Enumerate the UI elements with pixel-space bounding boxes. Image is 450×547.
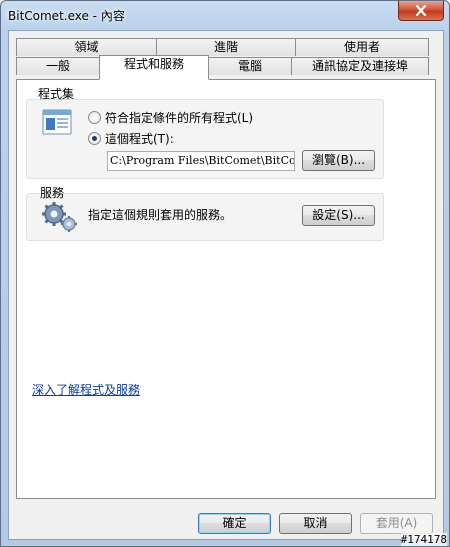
services-settings-button[interactable]: 設定(S)... — [302, 205, 375, 226]
program-path-input[interactable]: C:\Program Files\BitComet\BitComet.e — [107, 151, 295, 171]
programs-group-label: 程式集 — [38, 87, 75, 101]
this-program-label[interactable]: 這個程式(T): — [105, 130, 174, 147]
all-programs-radio[interactable] — [88, 111, 101, 124]
tab-advanced[interactable]: 進階 — [156, 38, 296, 56]
program-window-icon — [42, 109, 72, 135]
services-group-label: 服務 — [40, 186, 65, 200]
watermark-id: #174178 — [400, 533, 447, 546]
this-program-radio[interactable] — [88, 132, 101, 145]
apply-button[interactable]: 套用(A) — [360, 513, 433, 534]
tab-general[interactable]: 一般 — [16, 57, 100, 75]
tab-protocols-and-ports[interactable]: 通訊協定及連接埠 — [291, 57, 429, 75]
browse-button[interactable]: 瀏覽(B)... — [302, 150, 375, 171]
tab-programs-and-services[interactable]: 程式和服務 — [99, 55, 209, 80]
learn-more-link[interactable]: 深入了解程式及服務 — [32, 381, 140, 398]
close-icon — [415, 5, 427, 16]
properties-window: BitComet.exe - 內容 領域 進階 使用者 一般 程式和服務 電腦 … — [0, 0, 450, 547]
title-bar[interactable]: BitComet.exe - 內容 — [1, 1, 449, 31]
close-button[interactable] — [398, 1, 444, 21]
tab-users[interactable]: 使用者 — [295, 38, 429, 56]
tab-computers[interactable]: 電腦 — [208, 57, 292, 75]
all-programs-label[interactable]: 符合指定條件的所有程式(L) — [105, 109, 253, 126]
radio-selected-dot — [92, 136, 97, 141]
services-description: 指定這個規則套用的服務。 — [88, 208, 233, 222]
services-gears-icon — [41, 201, 79, 233]
ok-button[interactable]: 確定 — [198, 513, 271, 534]
cancel-button[interactable]: 取消 — [279, 513, 352, 534]
tab-domain[interactable]: 領域 — [16, 38, 157, 56]
window-title: BitComet.exe - 內容 — [8, 9, 125, 23]
